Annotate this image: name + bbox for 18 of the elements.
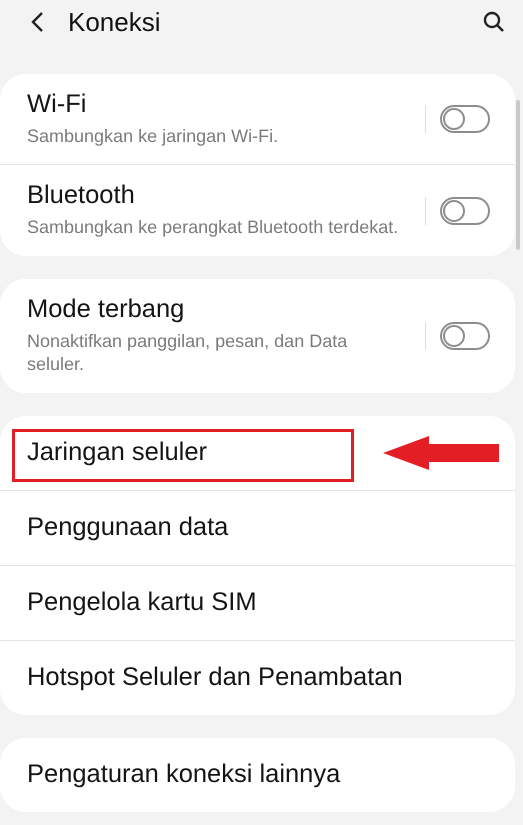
menu-item[interactable]: Pengelola kartu SIM: [27, 588, 257, 618]
setting-description: Sambungkan ke perangkat Bluetooth terdekat.: [27, 216, 400, 240]
toggle-switch[interactable]: [440, 196, 490, 225]
toggle-switch[interactable]: [440, 105, 490, 134]
arrow-icon: [383, 436, 499, 470]
menu-item[interactable]: Penggunaan data: [27, 513, 228, 542]
setting-description: Sambungkan ke jaringan Wi-Fi.: [27, 125, 280, 148]
back-icon[interactable]: [30, 11, 44, 33]
setting-title[interactable]: Mode terbang: [27, 294, 411, 324]
menu-item[interactable]: Pengaturan koneksi lainnya: [27, 760, 340, 790]
setting-title[interactable]: Wi-Fi: [27, 90, 411, 119]
menu-item[interactable]: Jaringan seluler: [27, 438, 208, 468]
menu-item[interactable]: Hotspot Seluler dan Penambatan: [27, 663, 403, 692]
search-icon[interactable]: [483, 11, 505, 33]
setting-title[interactable]: Bluetooth: [27, 181, 411, 210]
screen-title: Koneksi: [68, 6, 162, 38]
toggle-switch[interactable]: [440, 322, 490, 350]
setting-description: Nonaktifkan panggilan, pesan, dan Data seluler.: [27, 330, 348, 376]
